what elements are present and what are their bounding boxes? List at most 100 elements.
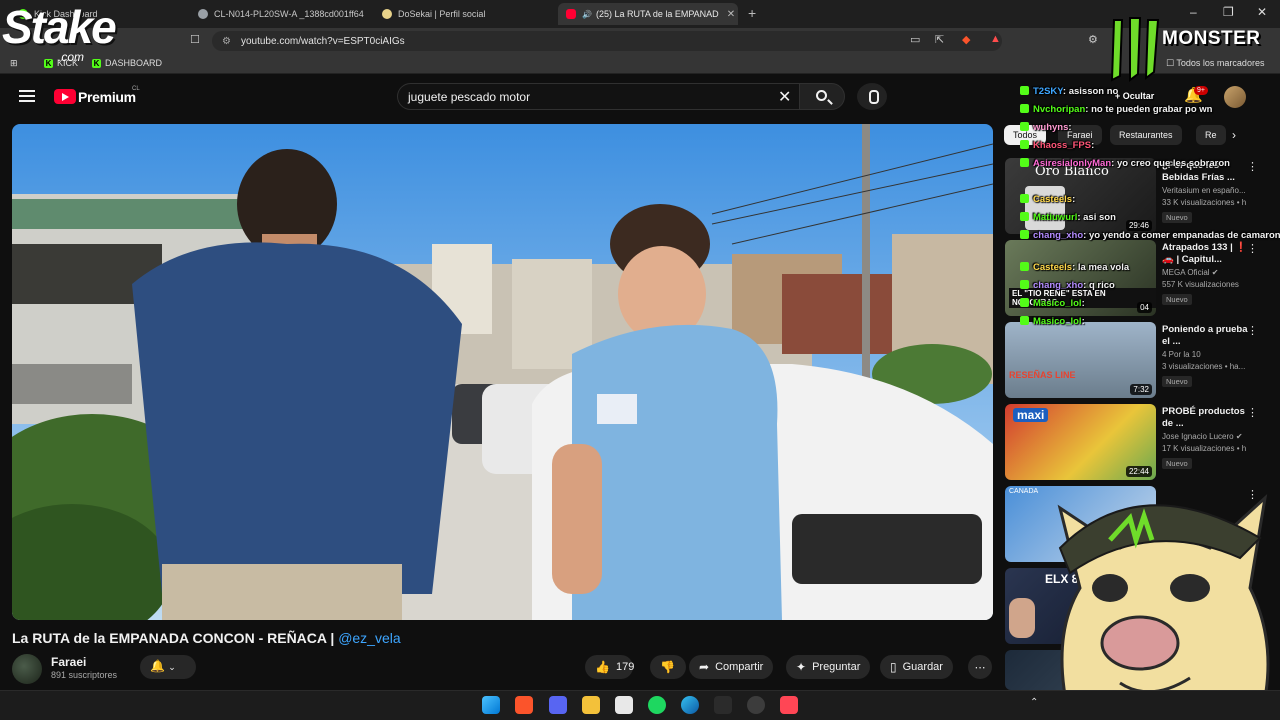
more-vert-icon[interactable]: ⋮ bbox=[1247, 160, 1258, 173]
subscription-bell-button[interactable]: 🔔 ⌄ bbox=[140, 655, 196, 679]
dosekai-favicon-icon bbox=[382, 9, 392, 19]
chat-user: Masico_lol bbox=[1033, 298, 1082, 309]
monster-text: MONSTER bbox=[1162, 28, 1261, 49]
obs-icon[interactable] bbox=[747, 696, 765, 714]
windows-taskbar bbox=[0, 690, 1280, 720]
share-button[interactable]: ➦ Compartir bbox=[689, 655, 774, 679]
clear-search-icon[interactable]: ✕ bbox=[778, 87, 791, 107]
channel-avatar[interactable] bbox=[12, 654, 42, 684]
kick-badge-icon bbox=[1020, 316, 1029, 325]
edge-icon[interactable] bbox=[681, 696, 699, 714]
close-tab-icon[interactable]: ✕ bbox=[727, 9, 735, 20]
chat-text: : bbox=[1081, 316, 1085, 327]
like-button[interactable]: 👍 179 bbox=[585, 655, 634, 679]
video-title: La RUTA de la EMPANADA CONCON - REÑACA |… bbox=[12, 630, 401, 646]
cast-icon[interactable]: ▭ bbox=[910, 33, 920, 46]
new-tab-button[interactable]: + bbox=[748, 5, 756, 21]
chat-text: : yo creo que les sobraron bbox=[1111, 158, 1230, 169]
youtube-premium-logo[interactable]: Premium bbox=[78, 89, 136, 105]
url-text: youtube.com/watch?v=ESPT0ciAIGs bbox=[240, 35, 405, 47]
recommendation-channel[interactable]: 4 Por la 10 bbox=[1162, 350, 1262, 359]
minimize-button[interactable]: – bbox=[1190, 5, 1197, 19]
tab-dosekai[interactable]: DoSekai | Perfil social bbox=[374, 3, 554, 25]
brave-shields-icon[interactable]: ◆ bbox=[962, 33, 970, 46]
youtube-favicon-icon bbox=[566, 9, 576, 19]
recommendation-item[interactable]: RESEÑAS LINE 7:32 Poniendo a prueba el .… bbox=[1005, 322, 1275, 400]
recommendation-title[interactable]: Atrapados 133 | ❗🚗 | Capitul... bbox=[1162, 242, 1254, 266]
recommendation-channel[interactable]: MEGA Oficial ✔ bbox=[1162, 268, 1262, 277]
kick-badge-icon bbox=[1020, 194, 1029, 203]
share-icon[interactable]: ⇱ bbox=[935, 33, 944, 46]
save-button[interactable]: ▯ Guardar bbox=[880, 655, 953, 679]
thumbs-down-icon: 👎 bbox=[660, 660, 675, 674]
windows-start-icon[interactable] bbox=[482, 696, 500, 714]
chat-user: Nvchoripan bbox=[1033, 104, 1086, 115]
thumbs-up-icon: 👍 bbox=[595, 660, 610, 674]
chat-hide-button[interactable]: + Ocultar bbox=[1115, 91, 1154, 101]
recommendation-views: 3 visualizaciones • ha... bbox=[1162, 362, 1246, 371]
more-vert-icon[interactable]: ⋮ bbox=[1247, 242, 1258, 255]
discord-icon[interactable] bbox=[549, 696, 567, 714]
dislike-button[interactable]: 👎 bbox=[650, 655, 686, 679]
recommendation-title[interactable]: Poniendo a prueba el ... bbox=[1162, 324, 1254, 348]
video-thumbnail[interactable]: RESEÑAS LINE 7:32 bbox=[1005, 322, 1156, 398]
media-icon[interactable] bbox=[615, 696, 633, 714]
new-badge: Nuevo bbox=[1162, 458, 1192, 469]
chat-message: Casteels: la mea vola bbox=[1020, 262, 1129, 273]
stake-com-text: .com bbox=[58, 50, 85, 64]
chevron-up-icon[interactable]: ⌃ bbox=[1030, 697, 1038, 708]
spotify-icon[interactable] bbox=[648, 696, 666, 714]
chat-message: T2SKY: asisson no bbox=[1020, 86, 1118, 97]
tab-label: (25) La RUTA de la EMPANAD bbox=[595, 9, 719, 19]
chat-user: Matiuwurl bbox=[1033, 212, 1078, 223]
more-vert-icon[interactable]: ⋮ bbox=[1247, 324, 1258, 337]
video-player[interactable] bbox=[12, 124, 993, 620]
brave-icon[interactable] bbox=[515, 696, 533, 714]
close-window-button[interactable]: ✕ bbox=[1257, 5, 1267, 19]
recommendation-item[interactable]: maxi 22:44 PROBÉ productos de ... Jose I… bbox=[1005, 404, 1275, 482]
apps-icon[interactable]: ⊞ bbox=[10, 58, 18, 69]
bookmark-dashboard[interactable]: K DASHBOARD bbox=[92, 58, 162, 68]
notification-badge: 9+ bbox=[1194, 86, 1208, 95]
site-info-icon[interactable]: ⚙ bbox=[222, 36, 231, 47]
voice-search-button[interactable] bbox=[857, 83, 887, 110]
video-title-text: La RUTA de la EMPANADA CONCON - REÑACA | bbox=[12, 630, 339, 646]
youtube-logo-icon[interactable] bbox=[54, 89, 76, 104]
thumbnail-text: maxi bbox=[1013, 408, 1049, 422]
chip-re[interactable]: Re bbox=[1196, 125, 1226, 145]
search-button[interactable] bbox=[799, 83, 845, 110]
video-thumbnail[interactable]: maxi 22:44 bbox=[1005, 404, 1156, 480]
all-bookmarks-label: Todos los marcadores bbox=[1176, 58, 1265, 68]
valorant-icon[interactable] bbox=[780, 696, 798, 714]
extensions-icon[interactable]: ⚙ bbox=[1088, 33, 1098, 46]
folder-icon[interactable] bbox=[582, 696, 600, 714]
all-bookmarks[interactable]: ☐ Todos los marcadores bbox=[1166, 58, 1264, 69]
video-title-mention-link[interactable]: @ez_vela bbox=[338, 630, 400, 646]
audio-playing-icon: 🔊 bbox=[582, 9, 592, 19]
channel-name[interactable]: Faraei bbox=[51, 655, 86, 669]
menu-icon[interactable] bbox=[19, 90, 35, 102]
address-bar[interactable]: ⚙ youtube.com/watch?v=ESPT0ciAIGs bbox=[212, 31, 1002, 51]
maximize-button[interactable]: ❐ bbox=[1223, 5, 1234, 19]
brave-rewards-icon[interactable]: ▲ bbox=[990, 33, 1001, 45]
recommendation-channel[interactable]: Jose Ignacio Lucero ✔ bbox=[1162, 432, 1262, 441]
account-avatar[interactable] bbox=[1224, 86, 1246, 108]
kick-badge-icon bbox=[1020, 262, 1029, 271]
ask-button[interactable]: ✦ Preguntar bbox=[786, 655, 871, 679]
recommendation-views: 17 K visualizaciones • h bbox=[1162, 444, 1247, 453]
chip-restaurantes[interactable]: Restaurantes bbox=[1110, 125, 1182, 145]
recommendation-views: 33 K visualizaciones • h bbox=[1162, 198, 1247, 207]
tab-cl-n014[interactable]: CL-N014-PL20SW-A _1388cd001ff64 bbox=[190, 3, 370, 25]
more-icon: ⋯ bbox=[974, 661, 986, 674]
recommendation-title[interactable]: PROBÉ productos de ... bbox=[1162, 406, 1254, 430]
country-code: CL bbox=[132, 86, 140, 92]
bookmark-star-icon[interactable]: ☐ bbox=[190, 33, 200, 46]
recommendation-channel[interactable]: Veritasium en españo... bbox=[1162, 186, 1262, 195]
more-actions-button[interactable]: ⋯ bbox=[968, 655, 992, 679]
bookmark-icon: ▯ bbox=[890, 660, 897, 674]
chevron-right-icon[interactable]: › bbox=[1232, 128, 1236, 142]
more-vert-icon[interactable]: ⋮ bbox=[1247, 406, 1258, 419]
tab-youtube-active[interactable]: 🔊 (25) La RUTA de la EMPANAD ✕ bbox=[558, 3, 738, 25]
steam-icon[interactable] bbox=[714, 696, 732, 714]
search-input[interactable]: juguete pescado motor bbox=[397, 83, 800, 110]
